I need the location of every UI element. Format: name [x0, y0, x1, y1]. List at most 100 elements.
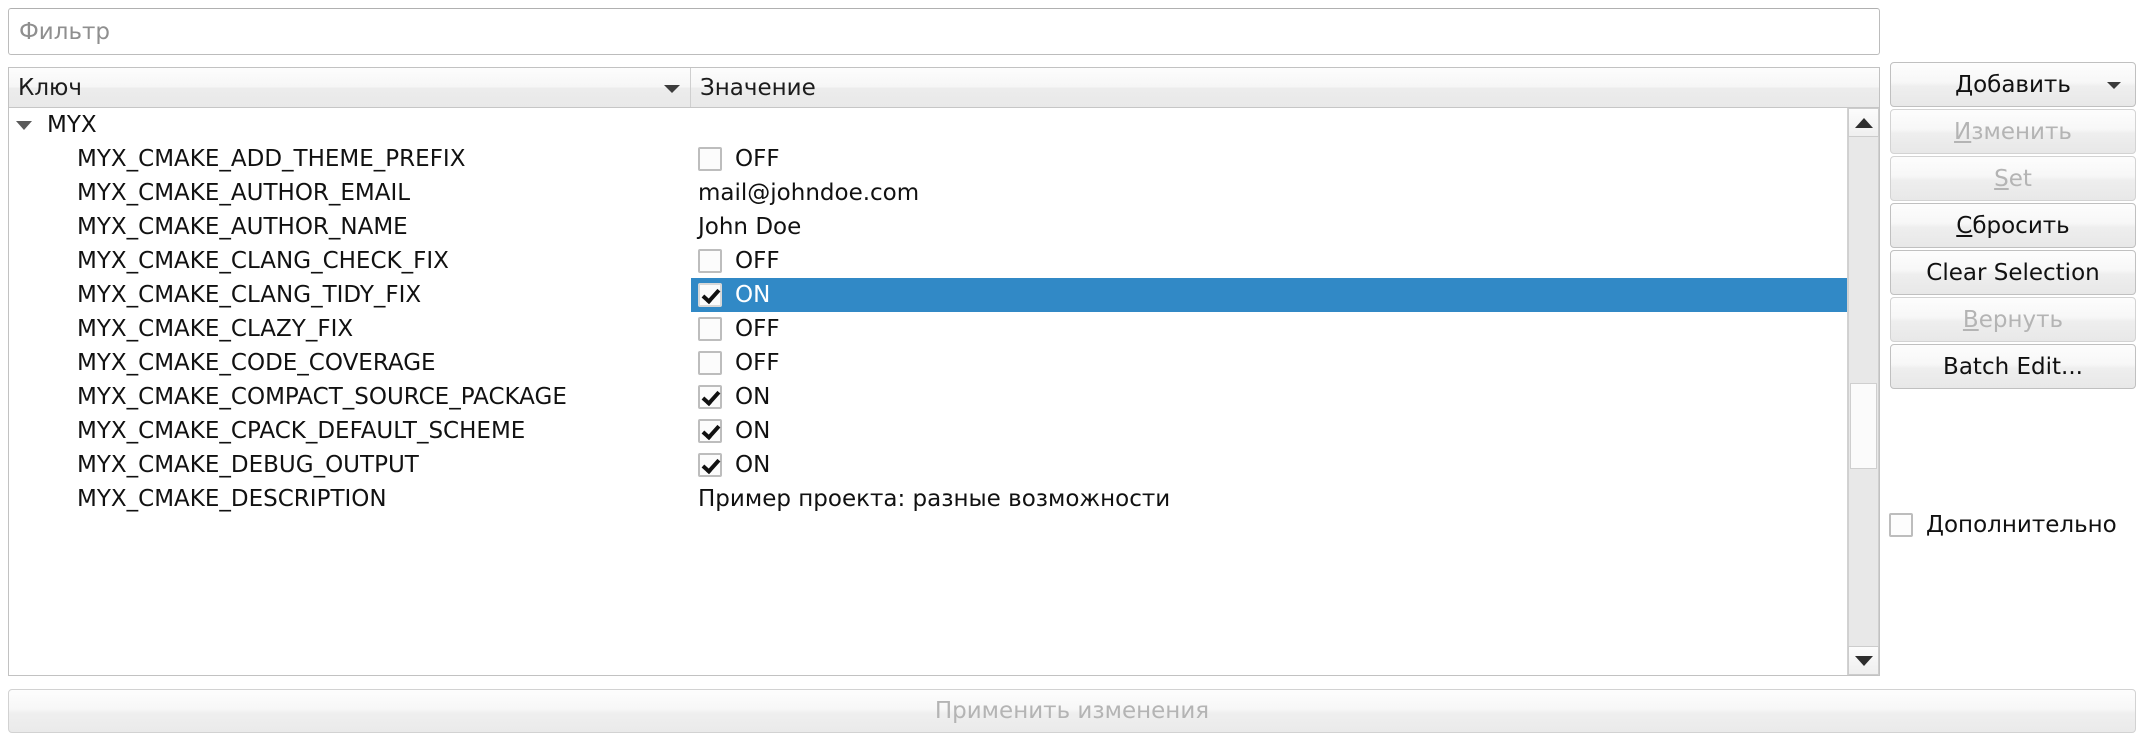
tree-row-value-cell[interactable]: ON: [691, 414, 1849, 448]
batch-edit-button-label: Batch Edit...: [1943, 353, 2083, 380]
tree-row[interactable]: MYX_CMAKE_COMPACT_SOURCE_PACKAGE ON: [9, 380, 1849, 414]
column-header-key-label: Ключ: [18, 74, 82, 101]
tree-row-value-cell[interactable]: OFF: [691, 312, 1849, 346]
tree-row-value-label: Пример проекта: разные возможности: [698, 486, 1171, 512]
tree-row-key-label: MYX_CMAKE_CLANG_CHECK_FIX: [77, 248, 449, 274]
value-checkbox[interactable]: [698, 283, 722, 307]
clear-selection-button[interactable]: Clear Selection: [1890, 250, 2136, 295]
clear-selection-button-label: Clear Selection: [1926, 259, 2100, 286]
value-checkbox[interactable]: [698, 351, 722, 375]
column-header-key[interactable]: Ключ: [9, 68, 691, 107]
tree-row-key-label: MYX_CMAKE_CPACK_DEFAULT_SCHEME: [77, 418, 526, 444]
tree-row[interactable]: MYX_CMAKE_CLANG_TIDY_FIX ON: [9, 278, 1849, 312]
tree-row[interactable]: MYX_CMAKE_CODE_COVERAGE OFF: [9, 346, 1849, 380]
tree-row-value-label: mail@johndoe.com: [698, 180, 920, 206]
tree-row-value-label: OFF: [735, 350, 780, 376]
tree-row-key-cell[interactable]: MYX_CMAKE_AUTHOR_NAME: [9, 214, 691, 240]
tree-row-key-label: MYX_CMAKE_DEBUG_OUTPUT: [77, 452, 419, 478]
tree-row[interactable]: MYX_CMAKE_DESCRIPTION Пример проекта: раз…: [9, 482, 1849, 516]
tree-row-value-label: ON: [735, 418, 771, 444]
tree-row[interactable]: MYX_CMAKE_DEBUG_OUTPUT ON: [9, 448, 1849, 482]
tree-row[interactable]: MYX_CMAKE_CLANG_CHECK_FIX OFF: [9, 244, 1849, 278]
value-checkbox[interactable]: [698, 385, 722, 409]
revert-button[interactable]: Вернуть: [1890, 297, 2136, 342]
value-checkbox[interactable]: [698, 249, 722, 273]
expand-collapse-toggle[interactable]: [9, 120, 39, 130]
set-entry-button[interactable]: Set: [1890, 156, 2136, 201]
filter-row: [8, 8, 1880, 55]
tree-row-value-label: ON: [735, 282, 771, 308]
scrollbar-thumb[interactable]: [1850, 383, 1877, 469]
tree-body[interactable]: MYX MYX_CMAKE_ADD_THEME_PREFIX OFF MYX_CMAK…: [9, 108, 1849, 675]
apply-changes-button[interactable]: Применить изменения: [8, 689, 2136, 733]
value-checkbox[interactable]: [698, 419, 722, 443]
tree-row-key-cell[interactable]: MYX_CMAKE_AUTHOR_EMAIL: [9, 180, 691, 206]
tree-row-key-cell[interactable]: MYX_CMAKE_COMPACT_SOURCE_PACKAGE: [9, 384, 691, 410]
scrollbar-track[interactable]: [1848, 137, 1879, 646]
tree-row-key-cell[interactable]: MYX_CMAKE_DEBUG_OUTPUT: [9, 452, 691, 478]
tree-row[interactable]: MYX_CMAKE_CPACK_DEFAULT_SCHEME ON: [9, 414, 1849, 448]
tree-row-value-cell[interactable]: [691, 108, 1849, 142]
vertical-scrollbar[interactable]: [1847, 108, 1879, 675]
tree-row-key-label: MYX_CMAKE_CLAZY_FIX: [77, 316, 354, 342]
tree-row-value-label: OFF: [735, 248, 780, 274]
edit-entry-button-label: Изменить: [1954, 118, 2072, 145]
tree-row-key-label: MYX_CMAKE_ADD_THEME_PREFIX: [77, 146, 466, 172]
tree-row-value-cell[interactable]: OFF: [691, 244, 1849, 278]
revert-button-label: Вернуть: [1962, 306, 2064, 333]
tree-row-value-cell[interactable]: ON: [691, 448, 1849, 482]
tree-row-value-cell[interactable]: Пример проекта: разные возможности: [691, 482, 1849, 516]
tree-row-value-cell[interactable]: OFF: [691, 346, 1849, 380]
tree-row-key-cell[interactable]: MYX_CMAKE_CODE_COVERAGE: [9, 350, 691, 376]
reset-button[interactable]: Сбросить: [1890, 203, 2136, 248]
chevron-down-icon: [16, 120, 32, 130]
tree-row-key-label: MYX_CMAKE_CODE_COVERAGE: [77, 350, 436, 376]
value-checkbox[interactable]: [698, 147, 722, 171]
tree-row[interactable]: MYX_CMAKE_AUTHOR_NAME John Doe: [9, 210, 1849, 244]
value-checkbox[interactable]: [698, 317, 722, 341]
scroll-down-button[interactable]: [1848, 646, 1879, 675]
chevron-down-icon: [2107, 81, 2121, 89]
scroll-up-arrow-icon: [1854, 117, 1873, 128]
value-checkbox[interactable]: [698, 453, 722, 477]
tree-row-key-label: MYX_CMAKE_CLANG_TIDY_FIX: [77, 282, 422, 308]
tree-row[interactable]: MYX_CMAKE_AUTHOR_EMAIL mail@johndoe.com: [9, 176, 1849, 210]
tree-row[interactable]: MYX: [9, 108, 1849, 142]
edit-entry-button[interactable]: Изменить: [1890, 109, 2136, 154]
tree-row-key-cell[interactable]: MYX_CMAKE_DESCRIPTION: [9, 486, 691, 512]
advanced-checkbox-row[interactable]: Дополнительно: [1889, 512, 2117, 538]
tree-row-key-cell[interactable]: MYX_CMAKE_CLAZY_FIX: [9, 316, 691, 342]
tree-row-key-cell[interactable]: MYX: [9, 112, 691, 138]
apply-changes-button-label: Применить изменения: [934, 698, 1210, 724]
column-header-value[interactable]: Значение: [691, 68, 1879, 107]
tree-row-key-label: MYX: [47, 112, 97, 138]
tree-row-value-label: ON: [735, 452, 771, 478]
tree-row-value-cell[interactable]: ON: [691, 380, 1849, 414]
advanced-checkbox-label: Дополнительно: [1926, 512, 2117, 538]
tree-row-key-cell[interactable]: MYX_CMAKE_CLANG_CHECK_FIX: [9, 248, 691, 274]
tree-row-key-cell[interactable]: MYX_CMAKE_ADD_THEME_PREFIX: [9, 146, 691, 172]
tree-row-value-cell[interactable]: OFF: [691, 142, 1849, 176]
filter-input[interactable]: [8, 8, 1880, 55]
set-entry-button-label: Set: [1994, 165, 2032, 192]
tree-row-value-cell[interactable]: mail@johndoe.com: [691, 176, 1849, 210]
tree-row-value-label: ON: [735, 384, 771, 410]
tree-row[interactable]: MYX_CMAKE_CLAZY_FIX OFF: [9, 312, 1849, 346]
tree-row-key-label: MYX_CMAKE_AUTHOR_NAME: [77, 214, 408, 240]
sort-indicator-icon: [664, 84, 680, 93]
scroll-up-button[interactable]: [1848, 108, 1879, 137]
tree-row-key-cell[interactable]: MYX_CMAKE_CLANG_TIDY_FIX: [9, 282, 691, 308]
tree-row[interactable]: MYX_CMAKE_ADD_THEME_PREFIX OFF: [9, 142, 1849, 176]
tree-row-value-cell[interactable]: John Doe: [691, 210, 1849, 244]
cache-variables-tree[interactable]: Ключ Значение MYX MYX_CMAKE_ADD_THEME_PRE…: [8, 67, 1880, 676]
tree-row-key-label: MYX_CMAKE_COMPACT_SOURCE_PACKAGE: [77, 384, 567, 410]
tree-header: Ключ Значение: [9, 68, 1879, 108]
advanced-checkbox[interactable]: [1889, 513, 1913, 537]
batch-edit-button[interactable]: Batch Edit...: [1890, 344, 2136, 389]
tree-row-value-label: OFF: [735, 146, 780, 172]
add-entry-button[interactable]: Добавить: [1890, 62, 2136, 107]
action-button-panel: Добавить Изменить Set Сбросить Clear Sel…: [1890, 62, 2136, 389]
reset-button-label: Сбросить: [1956, 212, 2070, 239]
tree-row-key-cell[interactable]: MYX_CMAKE_CPACK_DEFAULT_SCHEME: [9, 418, 691, 444]
tree-row-value-cell[interactable]: ON: [691, 278, 1849, 312]
